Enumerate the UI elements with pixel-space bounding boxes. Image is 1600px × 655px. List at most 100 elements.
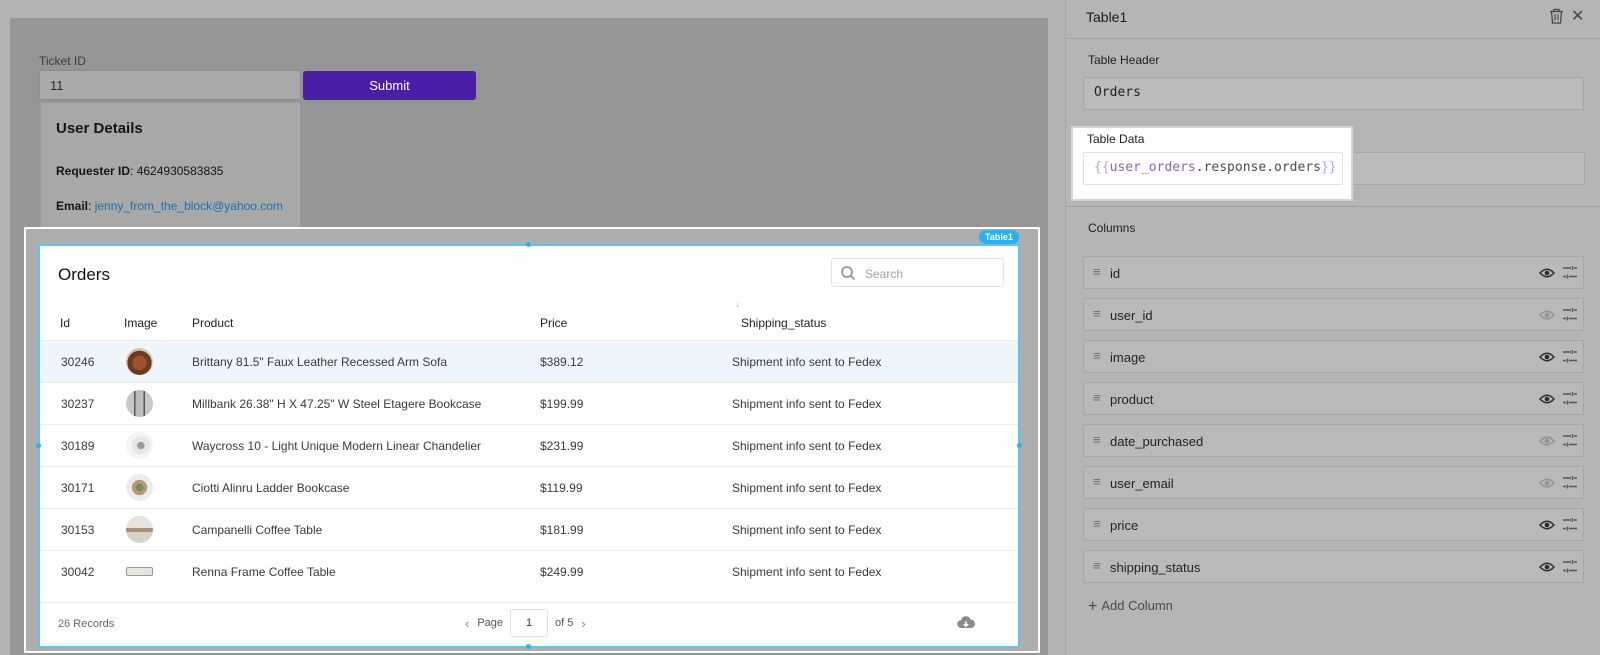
resize-handle-left[interactable] xyxy=(36,443,41,448)
ticket-id-input[interactable]: 11 xyxy=(39,70,301,100)
cell-price: $231.99 xyxy=(540,439,584,453)
binding-path: .response.orders xyxy=(1195,160,1321,175)
column-name[interactable]: date_purchased xyxy=(1110,434,1203,449)
page-label: Page xyxy=(477,617,504,629)
add-column-button[interactable]: + Add Column xyxy=(1088,598,1173,616)
cell-id: 30153 xyxy=(61,523,95,537)
settings-sliders-icon[interactable] xyxy=(1562,433,1578,453)
drag-handle-icon[interactable]: ≡ xyxy=(1093,390,1101,405)
settings-sliders-icon[interactable] xyxy=(1562,559,1578,579)
settings-sliders-icon[interactable] xyxy=(1562,265,1578,285)
email-link[interactable]: jenny_from_the_block@yahoo.com xyxy=(95,199,283,213)
table-data-input-backdrop xyxy=(1354,152,1585,185)
prev-page-icon[interactable]: ‹ xyxy=(457,616,477,631)
column-name[interactable]: user_id xyxy=(1110,308,1153,323)
eye-hidden-icon[interactable] xyxy=(1538,434,1556,452)
coffee-table-thumbnail xyxy=(126,516,153,543)
drag-handle-icon[interactable]: ≡ xyxy=(1093,516,1101,531)
table-row[interactable]: 30189 Waycross 10 - Light Unique Modern … xyxy=(40,424,1018,466)
resize-handle-bottom[interactable] xyxy=(526,644,531,649)
cell-shipping-status: Shipment info sent to Fedex xyxy=(732,439,882,453)
cell-product: Waycross 10 - Light Unique Modern Linear… xyxy=(192,439,482,453)
pane-divider xyxy=(1066,206,1600,207)
cell-shipping-status: Shipment info sent to Fedex xyxy=(732,397,882,411)
table-title: Orders xyxy=(58,265,110,284)
column-row-product[interactable]: ≡ product xyxy=(1083,382,1584,415)
column-name[interactable]: shipping_status xyxy=(1110,560,1200,575)
table-row[interactable]: 30246 Brittany 81.5" Faux Leather Recess… xyxy=(40,340,1018,382)
table-row[interactable]: 30042 Renna Frame Coffee Table $249.99 S… xyxy=(40,550,1018,592)
column-name[interactable]: user_email xyxy=(1110,476,1174,491)
settings-sliders-icon[interactable] xyxy=(1562,349,1578,369)
table-row[interactable]: 30237 Millbank 26.38" H X 47.25" W Steel… xyxy=(40,382,1018,424)
next-page-icon[interactable]: › xyxy=(573,616,593,631)
sofa-thumbnail xyxy=(126,348,153,375)
cell-shipping-status: Shipment info sent to Fedex xyxy=(732,523,882,537)
column-row-id[interactable]: ≡ id xyxy=(1083,256,1584,289)
resize-handle-right[interactable] xyxy=(1017,443,1022,448)
table-data-input[interactable]: {{user_orders.response.orders}} xyxy=(1083,152,1343,185)
page-total: of 5 xyxy=(555,617,574,629)
drag-handle-icon[interactable]: ≡ xyxy=(1093,474,1101,489)
table-row[interactable]: 30153 Campanelli Coffee Table $181.99 Sh… xyxy=(40,508,1018,550)
cell-price: $199.99 xyxy=(540,397,584,411)
table-data-highlight: Table Data {{user_orders.response.orders… xyxy=(1071,126,1353,201)
column-row-image[interactable]: ≡ image xyxy=(1083,340,1584,373)
column-header-image[interactable]: Image xyxy=(124,316,157,330)
submit-button[interactable]: Submit xyxy=(303,71,476,100)
column-name[interactable]: image xyxy=(1110,350,1145,365)
binding-variable: user_orders xyxy=(1109,160,1196,175)
table-header-label: Table Header xyxy=(1088,53,1160,67)
column-name[interactable]: id xyxy=(1110,266,1120,281)
drag-handle-icon[interactable]: ≡ xyxy=(1093,348,1101,363)
property-pane: Table1 ✕ Table Header Orders Table Data … xyxy=(1065,0,1600,655)
orders-table-widget[interactable]: Orders Search ↓ Id Image Product Price S… xyxy=(38,244,1020,648)
settings-sliders-icon[interactable] xyxy=(1562,391,1578,411)
column-header-shipping-status[interactable]: Shipping_status xyxy=(741,316,826,330)
table-row[interactable]: 30171 Ciotti Alinru Ladder Bookcase $119… xyxy=(40,466,1018,508)
settings-sliders-icon[interactable] xyxy=(1562,475,1578,495)
add-column-label: Add Column xyxy=(1101,598,1173,613)
download-cloud-icon[interactable] xyxy=(957,615,975,629)
pagination: ‹ Page 1 of 5 › xyxy=(457,609,594,637)
pane-widget-name[interactable]: Table1 xyxy=(1086,9,1127,25)
eye-icon[interactable] xyxy=(1538,560,1556,578)
resize-handle-top[interactable] xyxy=(526,242,531,247)
cell-product: Renna Frame Coffee Table xyxy=(192,565,336,579)
column-row-date-purchased[interactable]: ≡ date_purchased xyxy=(1083,424,1584,457)
eye-hidden-icon[interactable] xyxy=(1538,308,1556,326)
column-name[interactable]: product xyxy=(1110,392,1153,407)
trash-icon[interactable] xyxy=(1549,8,1564,24)
eye-icon[interactable] xyxy=(1538,518,1556,536)
column-row-price[interactable]: ≡ price xyxy=(1083,508,1584,541)
table-widget-tag[interactable]: Table1 xyxy=(979,230,1019,244)
eye-icon[interactable] xyxy=(1538,350,1556,368)
eye-hidden-icon[interactable] xyxy=(1538,476,1556,494)
column-header-price[interactable]: Price xyxy=(540,316,567,330)
page-number-input[interactable]: 1 xyxy=(510,609,549,637)
column-row-user-id[interactable]: ≡ user_id xyxy=(1083,298,1584,331)
eye-icon[interactable] xyxy=(1538,266,1556,284)
drag-handle-icon[interactable]: ≡ xyxy=(1093,264,1101,279)
table-data-label: Table Data xyxy=(1087,132,1145,146)
table-header-input[interactable]: Orders xyxy=(1083,77,1584,110)
cell-price: $249.99 xyxy=(540,565,584,579)
search-icon xyxy=(841,266,856,281)
column-header-product[interactable]: Product xyxy=(192,316,233,330)
drag-handle-icon[interactable]: ≡ xyxy=(1093,432,1101,447)
ladder-bookcase-thumbnail xyxy=(126,474,153,501)
column-name[interactable]: price xyxy=(1110,518,1138,533)
column-row-user-email[interactable]: ≡ user_email xyxy=(1083,466,1584,499)
column-row-shipping-status[interactable]: ≡ shipping_status xyxy=(1083,550,1584,583)
drag-handle-icon[interactable]: ≡ xyxy=(1093,558,1101,573)
ticket-id-label: Ticket ID xyxy=(39,54,86,68)
close-icon[interactable]: ✕ xyxy=(1571,6,1584,26)
column-header-id[interactable]: Id xyxy=(60,316,70,330)
settings-sliders-icon[interactable] xyxy=(1562,517,1578,537)
user-details-title: User Details xyxy=(56,120,143,137)
settings-sliders-icon[interactable] xyxy=(1562,307,1578,327)
eye-icon[interactable] xyxy=(1538,392,1556,410)
email-label: Email xyxy=(56,199,89,213)
drag-handle-icon[interactable]: ≡ xyxy=(1093,306,1101,321)
table-search-input[interactable]: Search xyxy=(831,258,1004,287)
